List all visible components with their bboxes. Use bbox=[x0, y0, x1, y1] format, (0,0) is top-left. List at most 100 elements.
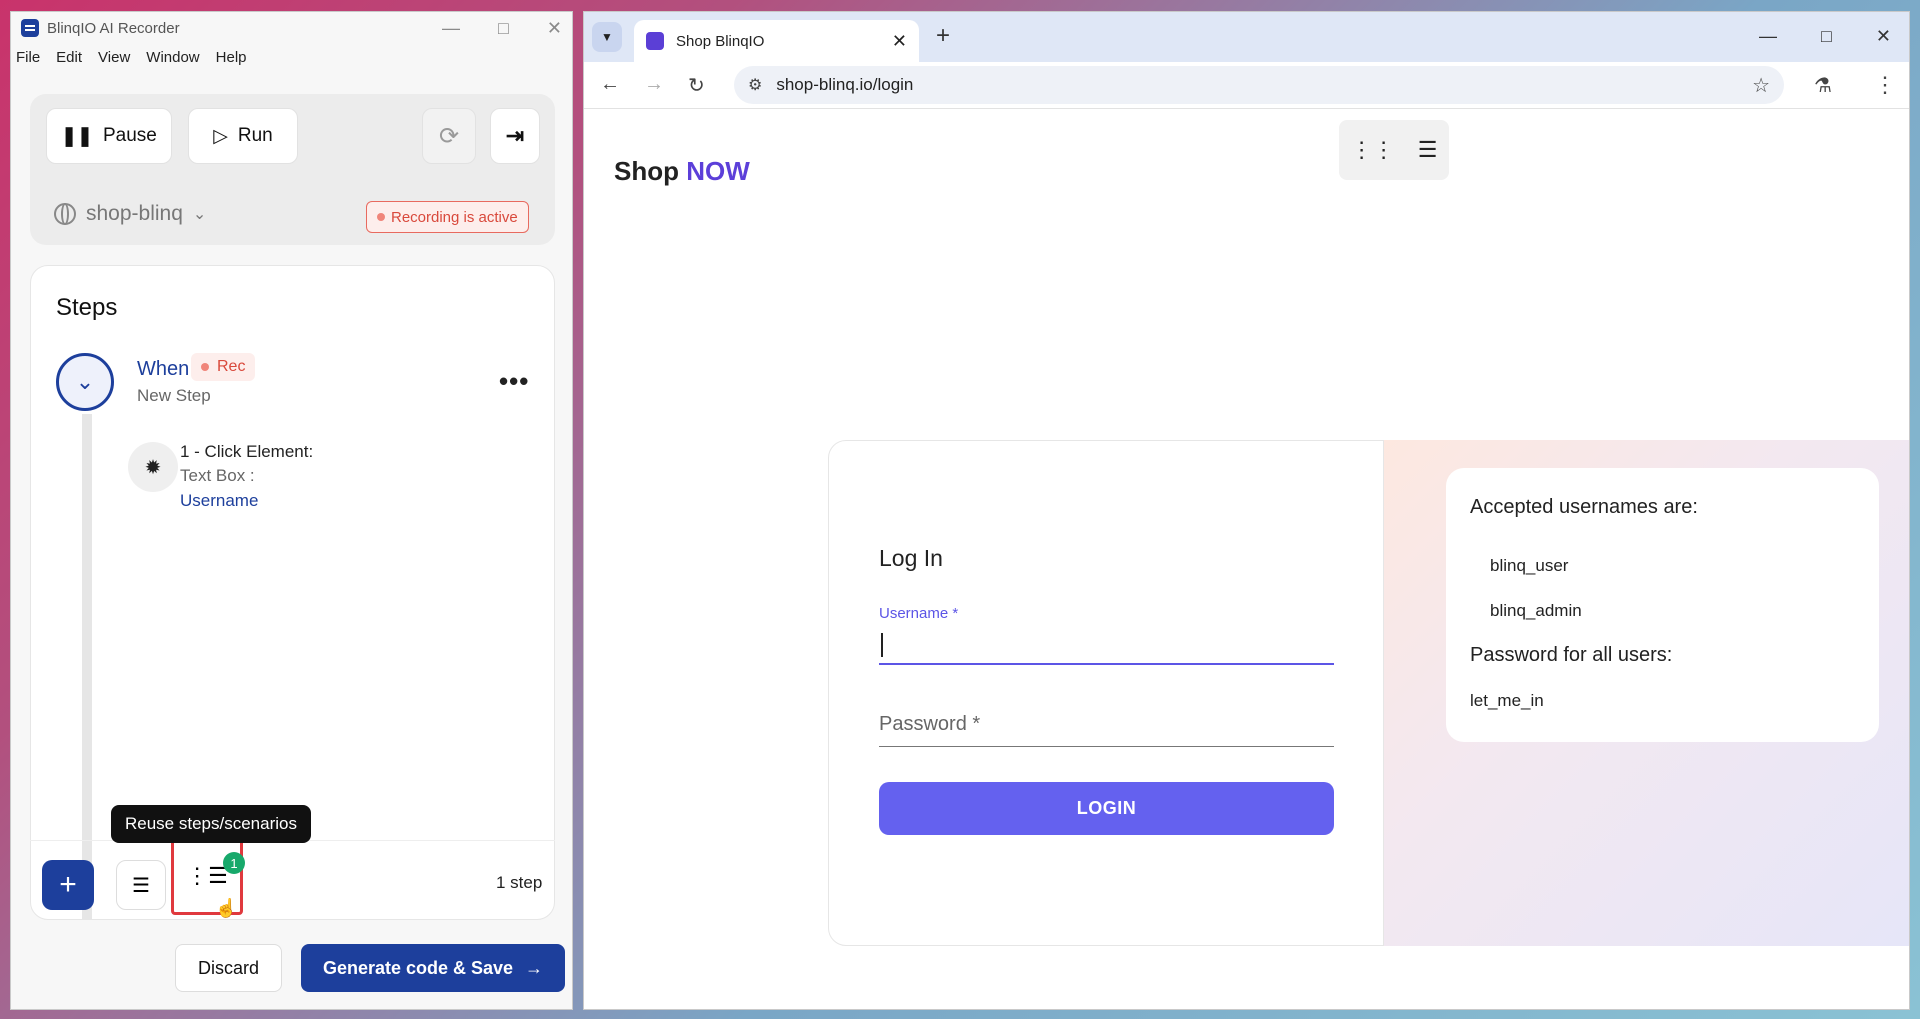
arrow-right-icon: → bbox=[525, 957, 544, 978]
password-input[interactable] bbox=[879, 703, 1334, 747]
action-title: 1 - Click Element: bbox=[180, 442, 314, 461]
action-element-type: Text Box : bbox=[180, 466, 255, 485]
pause-label: Pause bbox=[102, 125, 157, 146]
run-label: Run bbox=[237, 125, 273, 146]
minimize-icon[interactable]: — bbox=[1759, 26, 1777, 47]
password-value: let_me_in bbox=[1470, 691, 1544, 710]
usernames-heading: Accepted usernames are: bbox=[1470, 496, 1698, 518]
recorder-window: BlinqIO AI Recorder — □ ✕ File Edit View… bbox=[10, 11, 573, 1010]
tab-search-dropdown-icon[interactable]: ▼ bbox=[592, 22, 622, 52]
new-tab-icon[interactable]: + bbox=[936, 22, 950, 50]
username-item: blinq_user bbox=[1490, 556, 1569, 575]
refresh-icon: ⟳ bbox=[438, 122, 460, 150]
username-input[interactable] bbox=[879, 625, 1334, 665]
menu-help[interactable]: Help bbox=[216, 49, 247, 66]
menu-view[interactable]: View bbox=[98, 49, 130, 66]
add-step-button[interactable]: + bbox=[42, 860, 94, 910]
hand-cursor-icon: ☝ bbox=[215, 898, 238, 918]
action-element-name[interactable]: Username bbox=[180, 491, 258, 511]
browser-window: ▼ Shop BlinqIO ✕ + — □ ✕ ← → ↻ ⚙ shop-bl… bbox=[583, 11, 1910, 1010]
menu-bar: File Edit View Window Help bbox=[11, 44, 572, 70]
tab-strip: ▼ Shop BlinqIO ✕ + — □ ✕ bbox=[584, 12, 1909, 62]
element-picker-icon[interactable]: ☰ bbox=[1418, 137, 1438, 163]
plus-icon: + bbox=[59, 868, 77, 901]
recording-dot-icon bbox=[377, 213, 385, 221]
step-count: 1 step bbox=[496, 873, 543, 892]
steps-title: Steps bbox=[56, 294, 118, 321]
tab-close-icon[interactable]: ✕ bbox=[892, 31, 907, 52]
browser-menu-icon[interactable]: ⋮ bbox=[1874, 72, 1896, 98]
recorder-floating-toolbar: ⋮⋮ ☰ bbox=[1339, 120, 1449, 180]
step-collapse-toggle[interactable]: ⌄ bbox=[56, 353, 114, 411]
address-bar[interactable]: ⚙ shop-blinq.io/login ☆ bbox=[734, 66, 1784, 104]
credentials-info-panel: Accepted usernames are: blinq_user blinq… bbox=[1384, 440, 1909, 946]
maximize-icon[interactable]: □ bbox=[1821, 26, 1832, 47]
recording-status-badge: Recording is active bbox=[366, 201, 529, 233]
menu-window[interactable]: Window bbox=[146, 49, 199, 66]
refresh-button[interactable]: ⟳ bbox=[422, 108, 476, 164]
login-card: Log In Username * LOGIN bbox=[828, 440, 1384, 946]
browser-window-controls: — □ ✕ bbox=[1759, 26, 1891, 47]
skip-end-icon: ⇥ bbox=[505, 123, 525, 148]
minimize-icon[interactable]: — bbox=[442, 18, 460, 39]
reuse-tooltip: Reuse steps/scenarios bbox=[111, 805, 311, 843]
recorder-title: BlinqIO AI Recorder bbox=[47, 19, 180, 37]
pause-icon: ❚❚ bbox=[61, 125, 93, 147]
page-content: Shop NOW ⋮⋮ ☰ Log In Username * LOGIN Ac… bbox=[584, 110, 1909, 1009]
project-name: shop-blinq bbox=[86, 202, 183, 225]
tab-shop-blinqio[interactable]: Shop BlinqIO ✕ bbox=[634, 20, 919, 62]
chevron-down-icon: ⌄ bbox=[192, 206, 207, 223]
text-caret bbox=[881, 633, 883, 657]
generate-code-save-button[interactable]: Generate code & Save → bbox=[301, 944, 565, 992]
password-heading: Password for all users: bbox=[1470, 644, 1673, 666]
maximize-icon[interactable]: □ bbox=[498, 18, 509, 39]
forward-icon[interactable]: → bbox=[644, 73, 664, 96]
checklist-icon: ☰ bbox=[132, 874, 150, 897]
generate-label: Generate code & Save bbox=[322, 957, 514, 978]
close-icon[interactable]: ✕ bbox=[547, 18, 562, 39]
browser-toolbar: ← → ↻ ⚙ shop-blinq.io/login ☆ ⚗ ⋮ bbox=[584, 62, 1909, 109]
username-item: blinq_admin bbox=[1490, 601, 1582, 620]
recorder-controls-panel: ❚❚ Pause ▷ Run ⟳ ⇥ shop-blinq ⌄ Recordin… bbox=[30, 94, 555, 245]
credentials-card: Accepted usernames are: blinq_user blinq… bbox=[1446, 468, 1879, 742]
run-button[interactable]: ▷ Run bbox=[188, 108, 298, 164]
site-info-icon[interactable]: ⚙ bbox=[748, 75, 762, 95]
chevron-down-icon: ⌄ bbox=[75, 369, 95, 394]
step-name[interactable]: New Step bbox=[137, 386, 211, 406]
close-icon[interactable]: ✕ bbox=[1876, 26, 1891, 47]
window-controls: — □ ✕ bbox=[442, 18, 562, 39]
play-icon: ▷ bbox=[213, 125, 228, 147]
recording-status-text: Recording is active bbox=[391, 208, 518, 226]
step-keyword: When bbox=[137, 358, 190, 380]
more-options-icon[interactable]: ••• bbox=[499, 366, 529, 397]
checklist-button[interactable]: ☰ bbox=[116, 860, 166, 910]
tab-title: Shop BlinqIO bbox=[676, 32, 765, 50]
labs-flask-icon[interactable]: ⚗ bbox=[1814, 73, 1832, 98]
url-text: shop-blinq.io/login bbox=[776, 75, 914, 94]
logo-accent: NOW bbox=[686, 156, 750, 186]
globe-icon bbox=[54, 203, 76, 225]
skip-to-end-button[interactable]: ⇥ bbox=[490, 108, 540, 164]
project-selector[interactable]: shop-blinq ⌄ bbox=[54, 202, 206, 226]
pause-button[interactable]: ❚❚ Pause bbox=[46, 108, 172, 164]
blinqio-app-icon bbox=[21, 19, 39, 37]
reuse-count-badge: 1 bbox=[223, 852, 245, 874]
username-label: Username * bbox=[879, 605, 959, 622]
favicon-icon bbox=[646, 32, 664, 50]
menu-edit[interactable]: Edit bbox=[56, 49, 82, 66]
logo-text: Shop bbox=[614, 156, 679, 186]
drag-handle-icon[interactable]: ⋮⋮ bbox=[1351, 137, 1395, 163]
discard-button[interactable]: Discard bbox=[175, 944, 282, 992]
rec-label: Rec bbox=[217, 358, 246, 375]
steps-bottom-bar bbox=[30, 840, 555, 920]
menu-file[interactable]: File bbox=[16, 49, 40, 66]
reuse-steps-icon: ⋮☰ bbox=[186, 863, 228, 888]
shop-logo[interactable]: Shop NOW bbox=[614, 156, 750, 187]
recorder-titlebar: BlinqIO AI Recorder — □ ✕ bbox=[11, 12, 572, 44]
login-title: Log In bbox=[879, 545, 943, 571]
login-button[interactable]: LOGIN bbox=[879, 782, 1334, 835]
rec-dot-icon bbox=[201, 363, 209, 371]
bookmark-star-icon[interactable]: ☆ bbox=[1752, 73, 1770, 98]
back-icon[interactable]: ← bbox=[600, 73, 620, 96]
reload-icon[interactable]: ↻ bbox=[688, 73, 705, 98]
